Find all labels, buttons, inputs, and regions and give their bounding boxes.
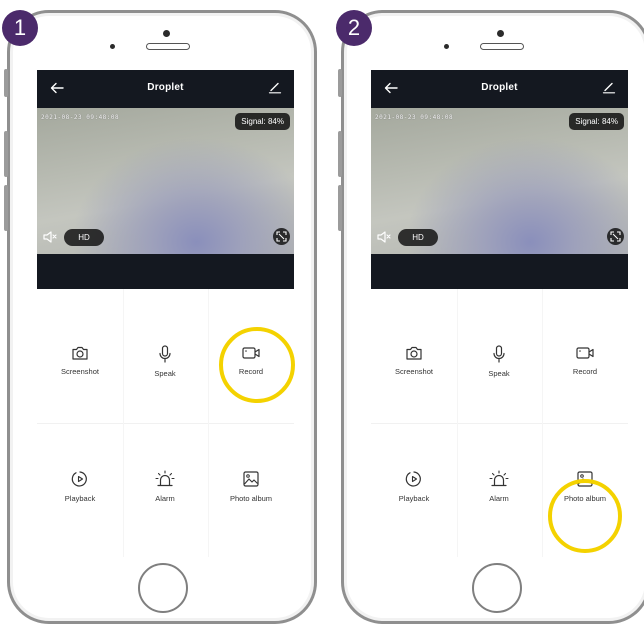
control-label: Playback <box>64 494 96 503</box>
pencil-icon[interactable] <box>268 80 282 94</box>
signal-badge: Signal: 84% <box>569 113 624 130</box>
control-label: Record <box>572 367 598 376</box>
siren-icon <box>489 470 509 487</box>
volume-down-button <box>338 185 342 231</box>
camera-icon <box>406 346 422 360</box>
control-label: Speak <box>154 369 176 378</box>
mute-switch <box>338 69 342 97</box>
control-label: Screenshot <box>61 367 99 376</box>
siren-icon <box>155 470 175 487</box>
fullscreen-button[interactable] <box>273 228 290 245</box>
fullscreen-icon <box>610 231 621 242</box>
quality-toggle-button[interactable]: HD <box>398 229 438 246</box>
phone-frame-step-1: 1 Droplet 2021-08-23 09:48:08 Signal: 84… <box>2 10 317 624</box>
phone-frame-step-2: 2 Droplet 2021-08-23 09:48:08 Signal: 84… <box>336 10 644 624</box>
video-camera-icon <box>576 347 594 359</box>
app-bar: Droplet <box>37 70 294 108</box>
home-button <box>472 563 522 613</box>
speak-button[interactable]: Speak <box>122 345 208 395</box>
grid-divider <box>371 423 628 424</box>
grid-divider <box>37 423 294 424</box>
control-label: Alarm <box>155 494 175 503</box>
video-timestamp: 2021-08-23 09:48:08 <box>41 114 120 121</box>
video-controls-band <box>371 254 628 289</box>
screenshot-button[interactable]: Screenshot <box>37 345 123 395</box>
video-timestamp: 2021-08-23 09:48:08 <box>375 114 454 121</box>
screenshot-button[interactable]: Screenshot <box>371 345 457 395</box>
photo-album-button[interactable]: Photo album <box>208 470 294 520</box>
fullscreen-button[interactable] <box>607 228 624 245</box>
device-title: Droplet <box>147 82 184 93</box>
volume-up-button <box>4 131 8 177</box>
video-controls-band <box>37 254 294 289</box>
playback-button[interactable]: Playback <box>371 470 457 520</box>
control-label: Alarm <box>489 494 509 503</box>
playback-button[interactable]: Playback <box>37 470 123 520</box>
app-bar: Droplet <box>371 70 628 108</box>
speak-button[interactable]: Speak <box>456 345 542 395</box>
front-camera <box>497 30 504 37</box>
signal-badge: Signal: 84% <box>235 113 290 130</box>
control-label: Playback <box>398 494 430 503</box>
fullscreen-icon <box>276 231 287 242</box>
alarm-button[interactable]: Alarm <box>122 470 208 520</box>
pencil-icon[interactable] <box>602 80 616 94</box>
microphone-icon <box>159 345 171 363</box>
camera-icon <box>72 346 88 360</box>
mute-switch <box>4 69 8 97</box>
highlight-ring <box>219 327 295 403</box>
live-video-feed[interactable]: 2021-08-23 09:48:08 Signal: 84% HD <box>37 108 294 254</box>
speaker-muted-icon[interactable] <box>42 230 58 244</box>
record-button[interactable]: Record <box>542 345 628 395</box>
earpiece-speaker <box>146 43 190 50</box>
step-badge: 1 <box>2 10 38 46</box>
control-label: Speak <box>488 369 510 378</box>
control-label: Screenshot <box>395 367 433 376</box>
earpiece-speaker <box>480 43 524 50</box>
app-screen: Droplet 2021-08-23 09:48:08 Signal: 84% … <box>37 70 294 557</box>
device-title: Droplet <box>481 82 518 93</box>
microphone-icon <box>493 345 505 363</box>
live-video-feed[interactable]: 2021-08-23 09:48:08 Signal: 84% HD <box>371 108 628 254</box>
home-button <box>138 563 188 613</box>
proximity-sensor <box>444 44 449 49</box>
volume-down-button <box>4 185 8 231</box>
control-label: Photo album <box>229 494 273 503</box>
front-camera <box>163 30 170 37</box>
playback-icon <box>405 471 421 487</box>
quality-toggle-button[interactable]: HD <box>64 229 104 246</box>
step-badge: 2 <box>336 10 372 46</box>
speaker-muted-icon[interactable] <box>376 230 392 244</box>
volume-up-button <box>338 131 342 177</box>
alarm-button[interactable]: Alarm <box>456 470 542 520</box>
proximity-sensor <box>110 44 115 49</box>
playback-icon <box>71 471 87 487</box>
highlight-ring <box>548 479 622 553</box>
image-icon <box>243 471 259 487</box>
